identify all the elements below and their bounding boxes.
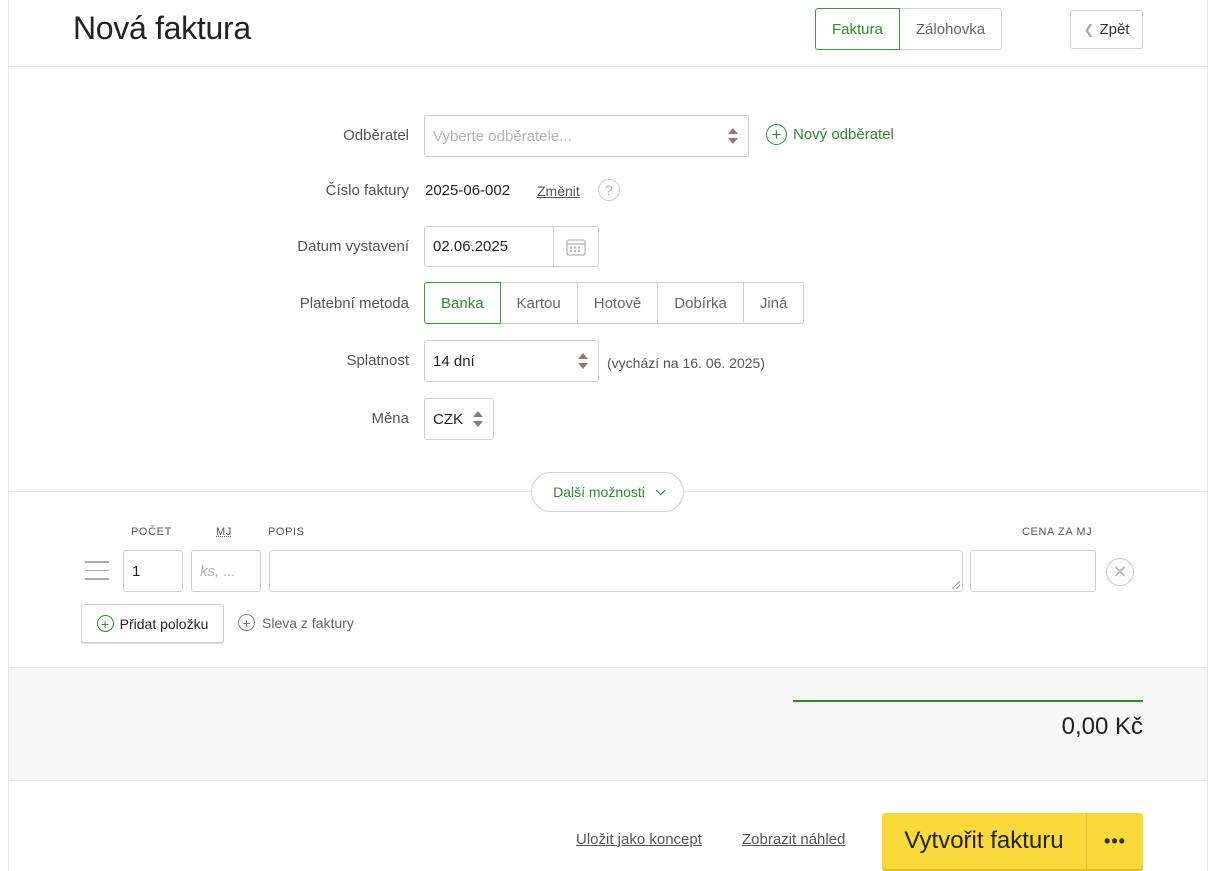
chevron-down-icon: [655, 484, 666, 495]
item-description-textarea[interactable]: [269, 550, 963, 592]
page-title: Nová faktura: [73, 10, 251, 46]
due-label: Splatnost: [346, 352, 409, 369]
chevron-left-icon: ❮: [1083, 21, 1095, 37]
invoice-discount-link[interactable]: + Sleva z faktury: [238, 614, 354, 631]
more-options-label: Další možnosti: [553, 484, 645, 500]
plus-circle-icon: +: [96, 615, 114, 632]
preview-link[interactable]: Zobrazit náhled: [742, 831, 845, 848]
more-actions-button[interactable]: •••: [1087, 813, 1143, 869]
plus-circle-icon: +: [238, 614, 255, 631]
drag-handle-icon[interactable]: [85, 561, 109, 581]
due-select[interactable]: 14 dní: [424, 340, 599, 382]
item-unit-input[interactable]: ks, ...: [191, 550, 261, 592]
total-divider: [793, 700, 1143, 702]
plus-circle-icon: +: [766, 124, 787, 145]
payment-option-jina[interactable]: Jiná: [743, 282, 805, 324]
issue-date-label: Datum vystavení: [297, 238, 409, 255]
more-options-button[interactable]: Další možnosti: [531, 472, 684, 512]
payment-option-dobirka[interactable]: Dobírka: [658, 282, 744, 324]
add-item-label: Přidat položku: [119, 615, 209, 632]
column-header-unit[interactable]: MJ: [216, 526, 232, 538]
back-button[interactable]: ❮ Zpět: [1070, 10, 1143, 49]
save-draft-link[interactable]: Uložit jako koncept: [576, 831, 702, 848]
customer-row: Odběratel Vyberte odběratele... + Nový o…: [9, 115, 1207, 157]
payment-option-hotove[interactable]: Hotově: [577, 282, 659, 324]
due-date-note: (vychází na 16. 06. 2025): [607, 355, 765, 371]
invoice-number-value: 2025-06-002: [425, 182, 511, 199]
issue-date-value: 02.06.2025: [425, 227, 554, 266]
page-header: Nová faktura Faktura Zálohovka ❮ Zpět: [9, 0, 1207, 67]
tab-faktura[interactable]: Faktura: [815, 8, 900, 50]
due-select-value: 14 dní: [433, 352, 475, 370]
totals-section: 0,00 Kč: [9, 667, 1207, 781]
column-header-price: Cena za MJ: [1022, 526, 1093, 538]
payment-option-banka[interactable]: Banka: [424, 282, 501, 324]
back-button-label: Zpět: [1099, 21, 1130, 38]
issue-date-row: Datum vystavení 02.06.2025: [9, 226, 1207, 268]
create-invoice-button-group: Vytvořit fakturu •••: [882, 813, 1143, 869]
column-header-description: Popis: [268, 526, 305, 538]
resize-grip-icon[interactable]: [952, 581, 960, 589]
change-number-link[interactable]: Změnit: [537, 183, 580, 199]
item-count-input[interactable]: 1: [123, 550, 183, 592]
invoice-number-label: Číslo faktury: [325, 182, 409, 199]
payment-option-kartou[interactable]: Kartou: [500, 282, 578, 324]
total-amount: 0,00 Kč: [1061, 713, 1143, 740]
new-customer-label: Nový odběratel: [793, 126, 894, 143]
due-row: Splatnost 14 dní (vychází na 16. 06. 202…: [9, 340, 1207, 382]
payment-method-label: Platební metoda: [299, 295, 409, 312]
help-icon[interactable]: ?: [598, 179, 620, 201]
item-price-input[interactable]: [970, 550, 1096, 592]
customer-select[interactable]: Vyberte odběratele...: [424, 115, 749, 157]
column-header-count: Počet: [131, 526, 172, 538]
invoice-page: Nová faktura Faktura Zálohovka ❮ Zpět Od…: [8, 0, 1208, 871]
payment-method-group: Banka Kartou Hotově Dobírka Jiná: [424, 282, 805, 324]
select-arrows-icon: [578, 353, 588, 369]
tab-zalohovka[interactable]: Zálohovka: [899, 8, 1003, 50]
item-unit-placeholder: ks, ...: [200, 562, 236, 580]
select-arrows-icon: [473, 411, 483, 427]
new-customer-link[interactable]: + Nový odběratel: [766, 124, 894, 145]
invoice-number-row: Číslo faktury 2025-06-002 Změnit ?: [9, 178, 1207, 204]
currency-select-value: CZK: [433, 410, 463, 428]
currency-label: Měna: [371, 410, 409, 427]
create-invoice-button[interactable]: Vytvořit fakturu: [882, 813, 1087, 869]
invoice-type-toggle: Faktura Zálohovka: [815, 8, 1003, 50]
customer-label: Odběratel: [343, 127, 409, 144]
add-item-button[interactable]: + Přidat položku: [81, 604, 224, 643]
currency-select[interactable]: CZK: [424, 398, 494, 440]
currency-row: Měna CZK: [9, 398, 1207, 440]
issue-date-field[interactable]: 02.06.2025: [424, 226, 599, 267]
select-arrows-icon: [728, 128, 738, 144]
customer-select-placeholder: Vyberte odběratele...: [433, 127, 572, 145]
invoice-discount-label: Sleva z faktury: [262, 614, 354, 631]
remove-item-icon[interactable]: ✕: [1106, 558, 1134, 586]
payment-method-row: Platební metoda Banka Kartou Hotově Dobí…: [9, 282, 1207, 324]
calendar-icon[interactable]: [554, 227, 598, 266]
